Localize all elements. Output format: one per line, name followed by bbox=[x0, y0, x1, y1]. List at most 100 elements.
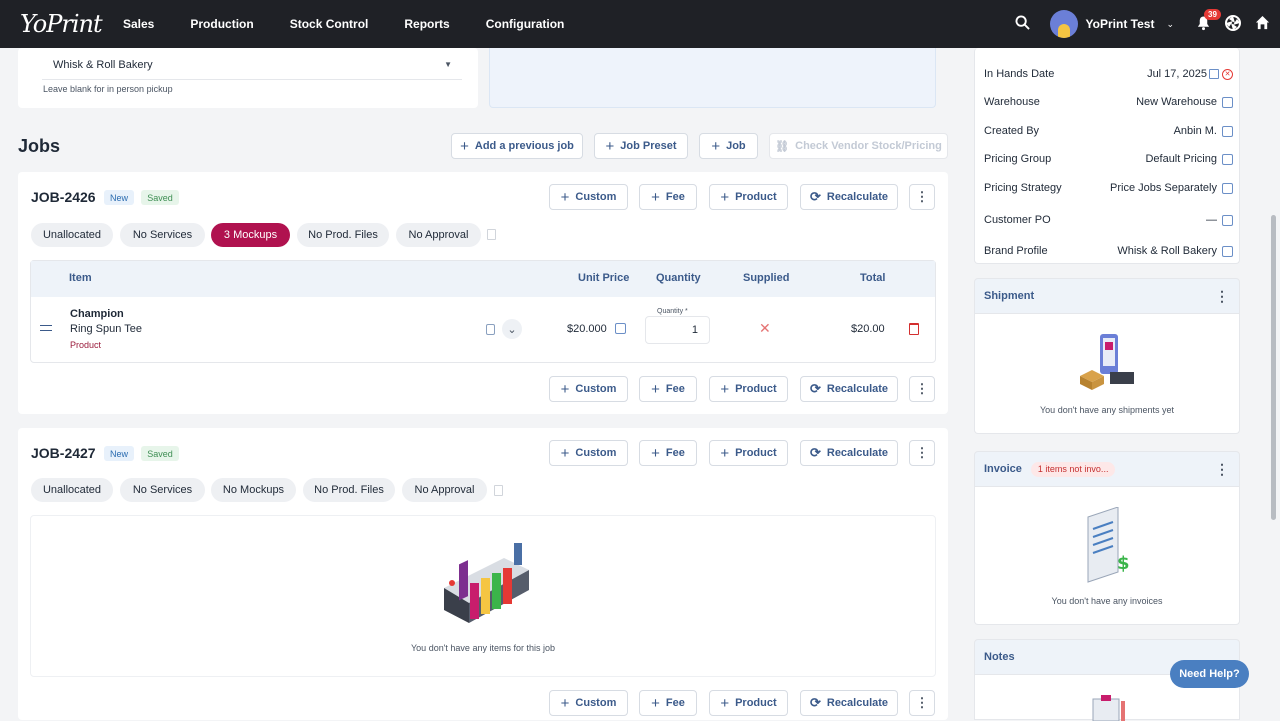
more-options-icon[interactable]: ⋮ bbox=[1215, 461, 1229, 478]
add-custom-label: Custom bbox=[575, 697, 617, 709]
add-fee-button[interactable]: + Fee bbox=[639, 690, 697, 716]
add-previous-job-label: Add a previous job bbox=[474, 140, 574, 152]
job-preset-button[interactable]: + Job Preset bbox=[594, 133, 688, 159]
trash-icon[interactable] bbox=[909, 323, 919, 335]
clear-date-icon[interactable]: ✕ bbox=[1222, 68, 1233, 80]
recalculate-button[interactable]: ⟳ Recalculate bbox=[800, 184, 898, 210]
quantity-field[interactable]: Quantity * 1 bbox=[645, 308, 710, 344]
plus-icon: + bbox=[720, 694, 730, 712]
chip-unallocated[interactable]: Unallocated bbox=[31, 223, 113, 247]
add-product-button[interactable]: + Product bbox=[709, 376, 788, 402]
nav-production[interactable]: Production bbox=[172, 17, 271, 31]
calendar-icon[interactable] bbox=[1209, 69, 1219, 79]
job-id[interactable]: JOB-2426 bbox=[31, 189, 96, 205]
search-icon[interactable] bbox=[1015, 15, 1030, 33]
item-name[interactable]: Ring Spun Tee bbox=[70, 323, 142, 335]
unit-price-value[interactable]: $20.000 bbox=[567, 323, 607, 335]
invoice-title: Invoice bbox=[984, 463, 1022, 475]
edit-icon[interactable] bbox=[1222, 153, 1233, 165]
detail-value[interactable]: Jul 17, 2025 bbox=[1147, 68, 1207, 80]
home-icon[interactable] bbox=[1255, 15, 1270, 33]
col-supplied: Supplied bbox=[743, 272, 790, 284]
chip-services[interactable]: No Services bbox=[120, 478, 205, 502]
plus-icon: + bbox=[560, 444, 570, 462]
more-options-icon[interactable]: ⋮ bbox=[909, 184, 935, 210]
empty-items-panel: You don't have any items for this job bbox=[30, 515, 936, 677]
detail-pricing-strategy: Pricing Strategy Price Jobs Separately bbox=[975, 174, 1241, 202]
recalculate-button[interactable]: ⟳ Recalculate bbox=[800, 376, 898, 402]
shipment-panel-body: You don't have any shipments yet bbox=[974, 314, 1240, 434]
add-fee-label: Fee bbox=[665, 383, 685, 395]
yoprint-logo[interactable]: YoPrint bbox=[20, 10, 103, 38]
customer-select[interactable]: Whisk & Roll Bakery ▼ bbox=[42, 50, 462, 80]
nav-reports[interactable]: Reports bbox=[386, 17, 467, 31]
customer-select-value: Whisk & Roll Bakery bbox=[53, 58, 153, 71]
status-badge: New bbox=[104, 446, 134, 461]
edit-icon[interactable] bbox=[1222, 125, 1233, 137]
add-fee-button[interactable]: + Fee bbox=[639, 440, 697, 466]
edit-icon[interactable] bbox=[1222, 182, 1233, 194]
drag-handle-icon[interactable] bbox=[40, 325, 52, 331]
add-product-button[interactable]: + Product bbox=[709, 690, 788, 716]
need-help-button[interactable]: Need Help? bbox=[1170, 660, 1249, 688]
aperture-icon[interactable] bbox=[1225, 14, 1241, 34]
add-fee-button[interactable]: + Fee bbox=[639, 376, 697, 402]
add-product-button[interactable]: + Product bbox=[709, 184, 788, 210]
document-icon[interactable] bbox=[487, 229, 496, 240]
add-custom-button[interactable]: + Custom bbox=[549, 690, 628, 716]
more-options-icon[interactable]: ⋮ bbox=[909, 376, 935, 402]
add-fee-button[interactable]: + Fee bbox=[639, 184, 697, 210]
scrollbar-thumb[interactable] bbox=[1271, 215, 1276, 520]
detail-value: Price Jobs Separately bbox=[1110, 182, 1217, 194]
nav-configuration[interactable]: Configuration bbox=[468, 17, 583, 31]
plus-icon: + bbox=[651, 694, 660, 712]
shipment-empty-message: You don't have any shipments yet bbox=[1040, 405, 1174, 415]
more-options-icon[interactable]: ⋮ bbox=[1215, 288, 1229, 305]
detail-value: — bbox=[1206, 214, 1217, 226]
plus-icon: + bbox=[651, 380, 660, 398]
job-preset-label: Job Preset bbox=[620, 140, 677, 152]
refresh-icon: ⟳ bbox=[809, 189, 821, 204]
add-product-label: Product bbox=[735, 697, 777, 709]
detail-label: Created By bbox=[984, 125, 1040, 137]
chip-prod-files[interactable]: No Prod. Files bbox=[303, 478, 395, 502]
job-id[interactable]: JOB-2427 bbox=[31, 445, 96, 461]
add-product-button[interactable]: + Product bbox=[709, 440, 788, 466]
document-icon[interactable] bbox=[494, 485, 503, 496]
more-options-icon[interactable]: ⋮ bbox=[909, 690, 935, 716]
add-custom-button[interactable]: + Custom bbox=[549, 440, 628, 466]
expand-chevron-icon[interactable]: ⌄ bbox=[502, 319, 522, 339]
add-job-button[interactable]: + Job bbox=[699, 133, 758, 159]
chip-unallocated[interactable]: Unallocated bbox=[31, 478, 113, 502]
user-name[interactable]: YoPrint Test bbox=[1086, 17, 1155, 31]
more-options-icon[interactable]: ⋮ bbox=[909, 440, 935, 466]
notes-title: Notes bbox=[984, 651, 1015, 663]
notification-badge: 39 bbox=[1204, 8, 1221, 20]
recalculate-button[interactable]: ⟳ Recalculate bbox=[800, 440, 898, 466]
detail-value: New Warehouse bbox=[1136, 96, 1217, 108]
add-custom-button[interactable]: + Custom bbox=[549, 184, 628, 210]
shipment-title: Shipment bbox=[984, 290, 1035, 302]
nav-stock-control[interactable]: Stock Control bbox=[272, 17, 387, 31]
recalculate-button[interactable]: ⟳ Recalculate bbox=[800, 690, 898, 716]
copy-icon[interactable] bbox=[486, 324, 495, 335]
chip-services[interactable]: No Services bbox=[120, 223, 205, 247]
chip-mockups[interactable]: 3 Mockups bbox=[211, 223, 290, 247]
add-custom-button[interactable]: + Custom bbox=[549, 376, 628, 402]
check-vendor-stock-button[interactable]: ⛓ Check Vendor Stock/Pricing bbox=[769, 133, 948, 159]
item-type: Product bbox=[70, 340, 102, 350]
chevron-down-icon[interactable]: ⌄ bbox=[1166, 19, 1174, 30]
avatar[interactable] bbox=[1049, 10, 1078, 38]
chip-approval[interactable]: No Approval bbox=[396, 223, 481, 247]
edit-icon[interactable] bbox=[1222, 245, 1233, 257]
jobs-heading: Jobs bbox=[18, 136, 61, 156]
bell-icon[interactable]: 39 bbox=[1196, 8, 1221, 34]
edit-icon[interactable] bbox=[1222, 96, 1233, 108]
edit-icon[interactable] bbox=[1222, 214, 1233, 226]
nav-sales[interactable]: Sales bbox=[105, 17, 172, 31]
chip-mockups[interactable]: No Mockups bbox=[211, 478, 296, 502]
chip-approval[interactable]: No Approval bbox=[402, 478, 487, 502]
chip-prod-files[interactable]: No Prod. Files bbox=[297, 223, 389, 247]
add-previous-job-button[interactable]: + Add a previous job bbox=[451, 133, 583, 159]
edit-icon[interactable] bbox=[615, 323, 626, 334]
